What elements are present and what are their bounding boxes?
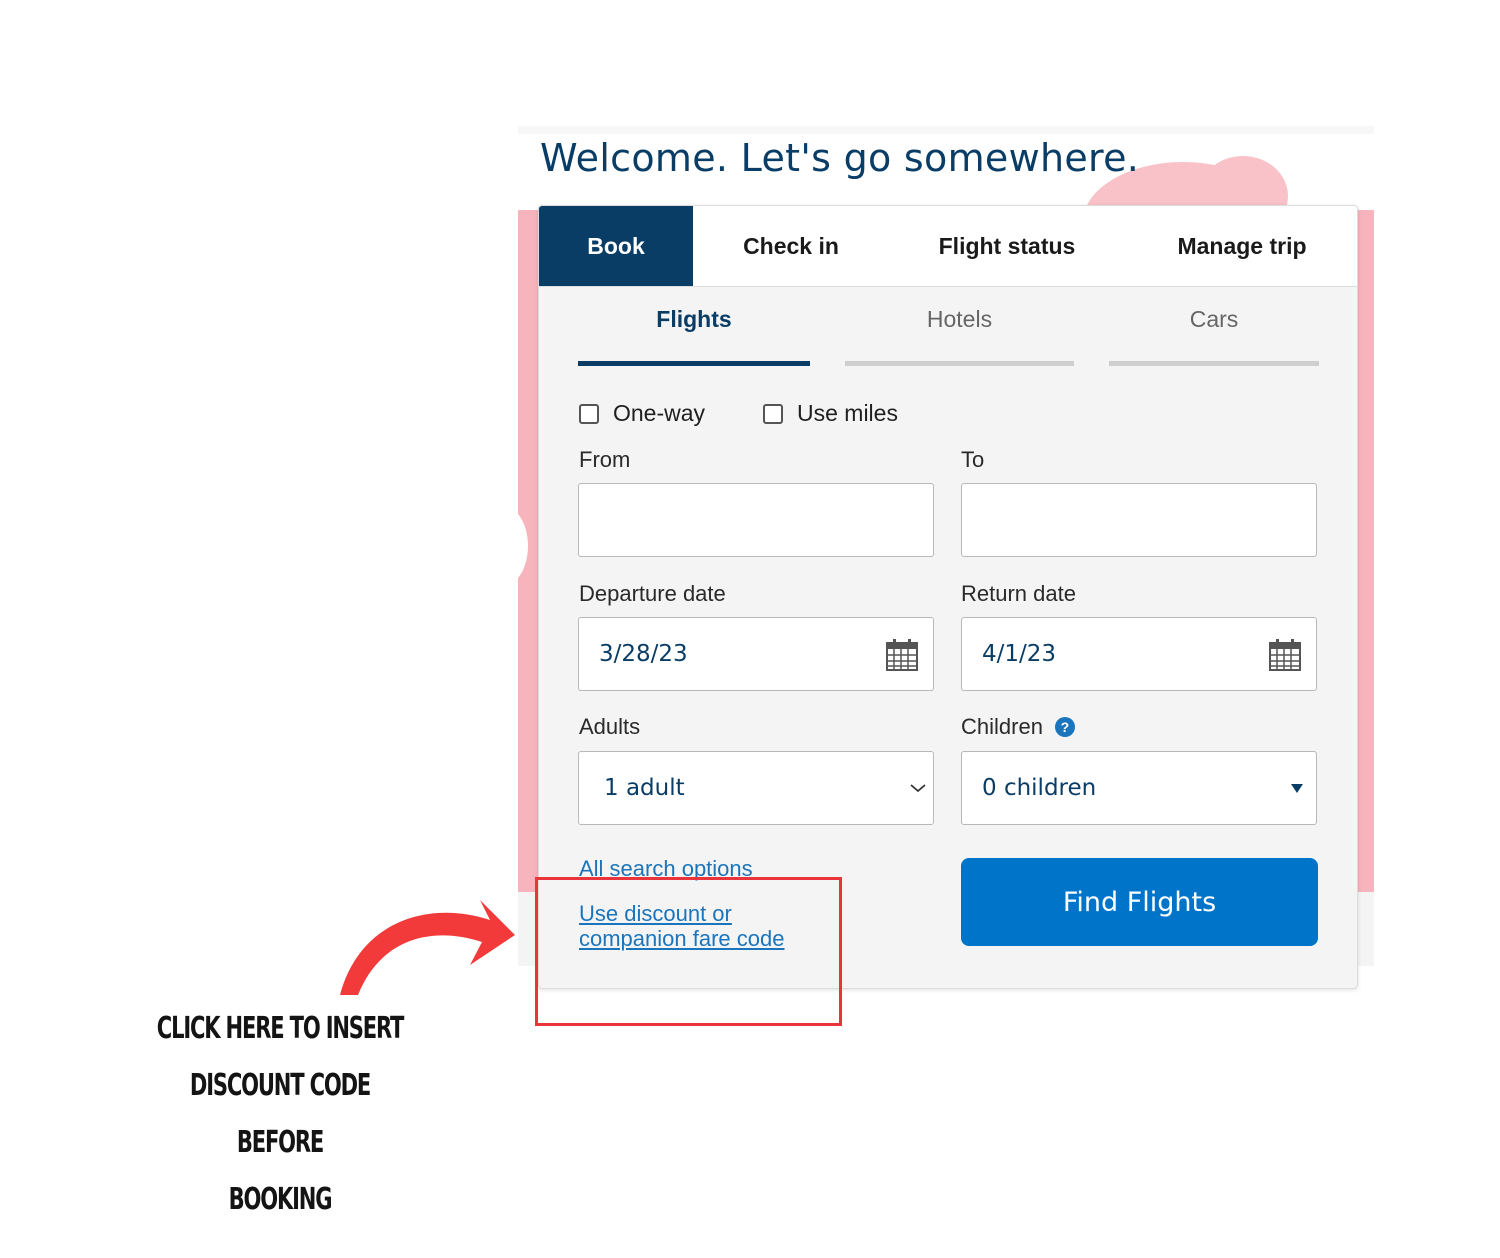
use-miles-label: Use miles (797, 400, 898, 426)
subtab-hotels[interactable]: Hotels (845, 306, 1074, 366)
caret-down-icon (1291, 784, 1303, 793)
find-flights-button[interactable]: Find Flights (961, 858, 1318, 946)
departure-date-field[interactable]: 3/28/23 (578, 617, 934, 691)
tab-check-in[interactable]: Check in (693, 206, 889, 286)
one-way-label: One-way (613, 400, 706, 426)
to-label: To (961, 447, 985, 472)
adults-label: Adults (579, 714, 641, 739)
checkbox-box[interactable] (763, 403, 783, 424)
use-miles-checkbox[interactable]: Use miles (763, 400, 898, 427)
to-field[interactable] (961, 483, 1317, 557)
from-field[interactable] (578, 483, 934, 557)
children-value: 0 children (982, 775, 1097, 801)
one-way-checkbox[interactable]: One-way (579, 400, 705, 427)
adults-select[interactable]: 1 adult (578, 751, 934, 825)
curved-arrow-icon (340, 900, 515, 995)
calendar-icon[interactable] (885, 638, 919, 672)
tab-flight-status[interactable]: Flight status (889, 206, 1125, 286)
top-tab-bar: Book Check in Flight status Manage trip (539, 206, 1357, 287)
page-title: Welcome. Let's go somewhere. (540, 136, 1140, 180)
callout-line-1: CLICK HERE TO INSERT (156, 1011, 405, 1046)
tab-manage-trip[interactable]: Manage trip (1125, 206, 1357, 286)
return-date-field[interactable]: 4/1/23 (961, 617, 1317, 691)
from-label: From (579, 447, 631, 472)
subtab-cars[interactable]: Cars (1109, 306, 1319, 366)
hero-top-strip (518, 126, 1374, 134)
adults-value: 1 adult (604, 775, 685, 801)
departure-date-value: 3/28/23 (599, 641, 688, 667)
annotation-callout: CLICK HERE TO INSERT DISCOUNT CODE BEFOR… (155, 1000, 405, 1228)
callout-line-2: DISCOUNT CODE BEFORE (189, 1068, 371, 1160)
children-label: Children (961, 714, 1043, 739)
return-date-label: Return date (961, 581, 1076, 606)
to-input[interactable] (982, 483, 1316, 557)
return-date-value: 4/1/23 (982, 641, 1057, 667)
booking-widget: Book Check in Flight status Manage trip … (538, 205, 1358, 989)
help-icon[interactable]: ? (1054, 717, 1075, 737)
annotation-highlight-box (535, 877, 842, 1026)
children-select[interactable]: 0 children (961, 751, 1317, 825)
calendar-icon[interactable] (1268, 638, 1302, 672)
chevron-down-icon (910, 784, 926, 793)
tab-book[interactable]: Book (539, 206, 693, 286)
callout-line-3: BOOKING (228, 1182, 333, 1217)
children-label-wrap: Children? (961, 714, 1075, 740)
departure-date-label: Departure date (579, 581, 726, 606)
from-input[interactable] (599, 483, 933, 557)
checkbox-box[interactable] (579, 403, 599, 424)
subtab-flights[interactable]: Flights (578, 306, 810, 366)
